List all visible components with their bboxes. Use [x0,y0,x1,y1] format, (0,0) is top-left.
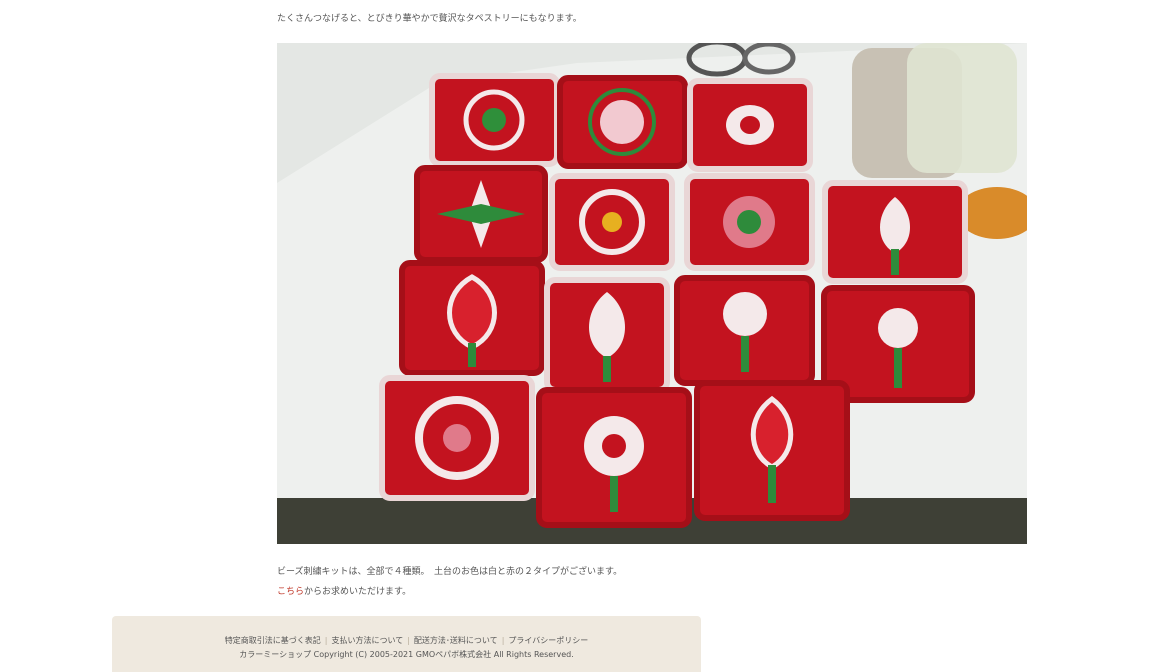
footer-link-shipping[interactable]: 配送方法･送料について [414,636,498,645]
intro-text: たくさんつなげると、とびきり華やかで贅沢なタペストリーにもなります。 [277,14,582,24]
footer-separator: | [324,636,328,645]
beadwork-photo [277,43,1027,544]
footer-link-payment[interactable]: 支払い方法について [331,636,403,645]
purchase-line: こちらからお求めいただけます。 [277,584,411,597]
footer-link-privacy[interactable]: プライバシーポリシー [508,636,588,645]
purchase-link[interactable]: こちら [277,587,304,597]
site-footer: 特定商取引法に基づく表記 | 支払い方法について | 配送方法･送料について | プライバシ… [112,616,701,672]
purchase-line-text: からお求めいただけます。 [304,587,412,597]
footer-separator: | [501,636,505,645]
footer-separator: | [407,636,410,645]
footer-link-commerce-law[interactable]: 特定商取引法に基づく表記 [225,636,321,645]
kit-description: ビーズ刺繍キットは、全部で４種類。 土台のお色は白と赤の２タイプがございます。 [277,567,623,577]
footer-links: 特定商取引法に基づく表記 | 支払い方法について | 配送方法･送料について | プライバシ… [112,635,701,646]
beadwork-tapestry-image [277,43,1027,544]
copyright-text: カラーミーショップ Copyright (C) 2005-2021 GMOペパボ… [239,650,574,659]
